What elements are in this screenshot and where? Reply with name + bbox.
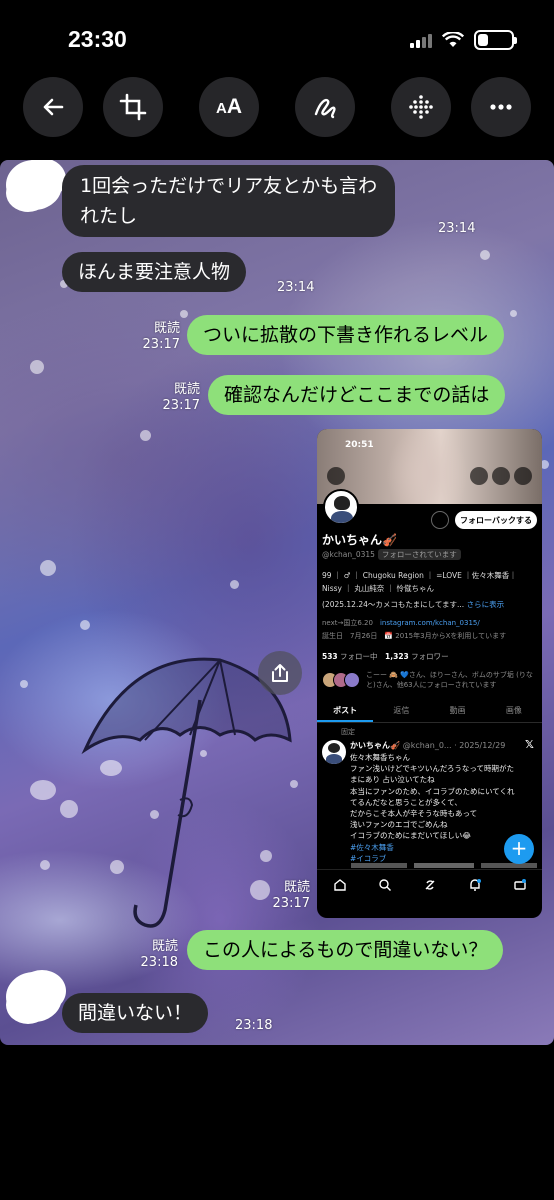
read-receipt: 既読 23:17 xyxy=(142,321,180,352)
tw-follow-counts: 533 フォロー中 1,323 フォロワー xyxy=(322,652,449,661)
tw-pinned-label: 固定 xyxy=(341,728,355,736)
tw-message-icon xyxy=(431,511,449,529)
tw-follows-you-badge: フォローされています xyxy=(377,549,461,560)
share-button[interactable] xyxy=(258,651,302,695)
message-bubble: ついに拡散の下書き作れるレベル xyxy=(187,315,505,355)
tw-home-icon xyxy=(333,879,346,891)
grid-button[interactable] xyxy=(391,77,451,137)
markup-icon xyxy=(314,98,336,119)
message-bubble: 間違いない！ xyxy=(62,993,209,1033)
tw-back-icon xyxy=(327,467,345,485)
tw-meta: next→国立6.20 instagram.com/kchan_0315/ 誕生… xyxy=(322,619,507,640)
image-message[interactable]: 20:51 フォローバックする かいちゃん🎻 @kchan_0315 フォローされ… xyxy=(317,429,542,918)
tw-messages-icon xyxy=(513,879,526,890)
text-size-icon: AA xyxy=(215,95,242,118)
tw-display-name: かいちゃん🎻 xyxy=(322,533,397,547)
tw-mutual-followers: こーー 🙈 💙さん、ほりーさん、ボムのサブ垢 (りな と)さん、他63人にフォロ… xyxy=(322,670,538,694)
tw-post-avatar xyxy=(322,740,346,764)
read-receipt: 既読 23:18 xyxy=(140,939,178,970)
back-arrow-icon xyxy=(43,98,64,116)
message-time: 23:14 xyxy=(438,221,476,236)
text-size-button[interactable]: AA xyxy=(199,77,259,137)
tw-tab-images: 画像 xyxy=(505,706,522,715)
message-bubble: この人によるもので間違いない？ xyxy=(187,930,504,970)
tw-post-header: かいちゃん🎻 @kchan_0... · 2025/12/29 xyxy=(350,741,506,750)
grid-icon xyxy=(409,95,433,119)
sender-avatar[interactable] xyxy=(6,972,62,1022)
tw-post-media-strip xyxy=(351,863,537,868)
message-bubble: 確認なんだけどここまでの話は xyxy=(208,375,506,415)
markup-button[interactable] xyxy=(295,77,355,137)
tw-handle: @kchan_0315 フォローされています xyxy=(322,549,461,560)
message-bubble: 1回会っただけでリア友とかも言わ れたし xyxy=(62,165,396,237)
message-time: 23:14 xyxy=(277,280,315,295)
sender-avatar[interactable] xyxy=(6,160,62,210)
tw-profile-avatar xyxy=(323,489,359,525)
tw-grok-nav-icon xyxy=(425,880,434,890)
tw-bio: 99 ｜ ♂ ｜ Chugoku Region ｜ =LOVE ｜佐々木舞香｜ … xyxy=(322,571,517,609)
tw-tabs: ポスト 返信 動画 画像 xyxy=(317,701,542,723)
tw-bottom-nav xyxy=(317,869,542,918)
more-button[interactable] xyxy=(471,77,531,137)
tw-follow-back-button: フォローバックする xyxy=(455,511,537,529)
battery-icon xyxy=(474,30,517,50)
x-logo-icon: 𝕏 xyxy=(525,738,534,751)
signal-icon xyxy=(410,32,432,48)
tw-search-nav-icon xyxy=(378,879,391,891)
status-icons xyxy=(410,30,517,50)
read-receipt: 既読 23:17 xyxy=(272,880,310,911)
tw-search-icon xyxy=(492,467,510,485)
tw-grok-icon xyxy=(470,467,488,485)
screenshot-image: 1回会っただけでリア友とかも言わ れたし 23:14 ほんま要注意人物 23:1… xyxy=(0,160,554,1045)
crop-icon xyxy=(119,93,147,121)
read-receipt: 既読 23:17 xyxy=(162,382,200,413)
crop-button[interactable] xyxy=(103,77,163,137)
tw-tab-replies: 返信 xyxy=(393,706,410,715)
more-icon xyxy=(490,104,512,110)
wifi-icon xyxy=(442,32,464,47)
status-time: 23:30 xyxy=(68,26,127,52)
back-button[interactable] xyxy=(23,77,83,137)
tw-more-icon xyxy=(514,467,532,485)
tw-status-time: 20:51 xyxy=(345,440,374,450)
share-icon xyxy=(272,664,288,682)
message-bubble: ほんま要注意人物 xyxy=(62,252,247,292)
message-time: 23:18 xyxy=(235,1018,273,1033)
tw-tab-posts: ポスト xyxy=(317,701,374,722)
tw-compose-button: + xyxy=(504,834,534,864)
tw-notifications-icon xyxy=(469,879,481,891)
tw-tab-videos: 動画 xyxy=(449,706,466,715)
